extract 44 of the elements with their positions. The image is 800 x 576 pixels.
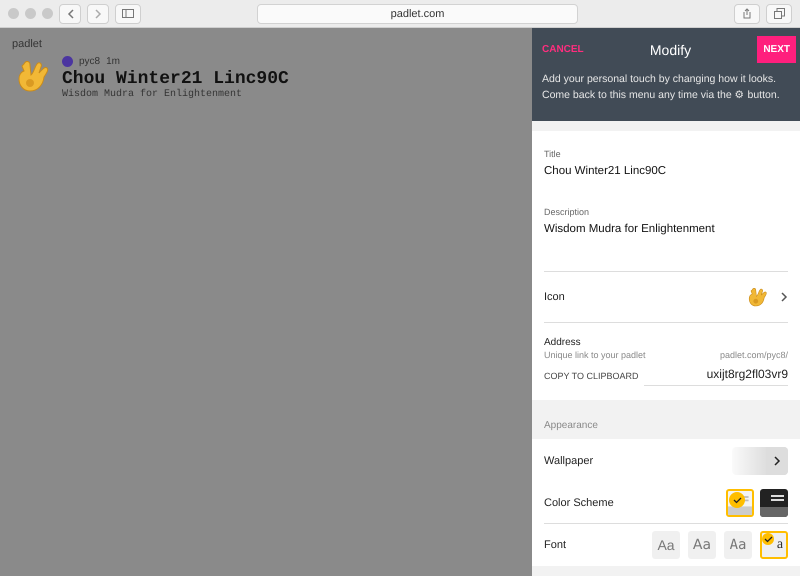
share-button[interactable] [734,4,760,24]
address-bar[interactable]: padlet.com [257,4,578,24]
board-title: Chou Winter21 Linc90C [62,69,289,89]
icon-label: Icon [544,291,565,303]
address-hint: Unique link to your padlet [544,350,646,360]
address-field[interactable]: uxijt8rg2fl03vr9 [644,366,788,386]
address-prefix: padlet.com/pyc8/ [720,350,788,360]
intro-text: Add your personal touch by changing how it looks. Come back to this menu any time via the ⚙ button. [542,72,781,103]
chevron-right-icon [774,456,780,466]
copy-to-clipboard-button[interactable]: COPY TO CLIPBOARD [544,371,639,381]
title-field[interactable]: Chou Winter21 Linc90C [544,165,788,177]
font-option[interactable]: Aa [652,531,680,559]
author-name: pyc8 [79,56,100,67]
brand-name: padlet [12,38,43,50]
check-icon [729,492,745,508]
post-time: 1m [106,56,120,67]
font-label: Font [544,539,566,551]
chevron-right-icon [781,292,788,302]
avatar [62,56,73,67]
tabs-icon [774,8,784,19]
color-scheme-option[interactable] [726,489,754,517]
color-scheme-option[interactable] [760,489,788,517]
board-description: Wisdom Mudra for Enlightenment [62,89,244,100]
check-icon [762,533,774,545]
field-label: Description [544,206,590,217]
field-label: Title [544,148,562,159]
sidebar-button[interactable] [115,4,141,24]
share-icon [742,8,752,19]
panel-title: Modify [650,42,692,58]
sidebar-icon [122,9,134,18]
font-option[interactable]: a [760,531,788,559]
font-option[interactable]: Aa [688,531,716,559]
wallpaper-label: Wallpaper [544,455,594,467]
next-button[interactable]: NEXT [757,36,796,63]
font-option[interactable]: Aa [724,531,752,559]
chevron-right-icon [94,8,102,18]
forward-button[interactable] [87,4,109,24]
address-label: Address [544,336,582,348]
section-heading: Appearance [543,419,599,433]
chevron-left-icon [66,8,74,18]
color-scheme-label: Color Scheme [544,497,614,509]
tabs-button[interactable] [766,4,792,24]
back-button[interactable] [59,4,81,24]
description-field[interactable]: Wisdom Mudra for Enlightenment [544,223,788,272]
